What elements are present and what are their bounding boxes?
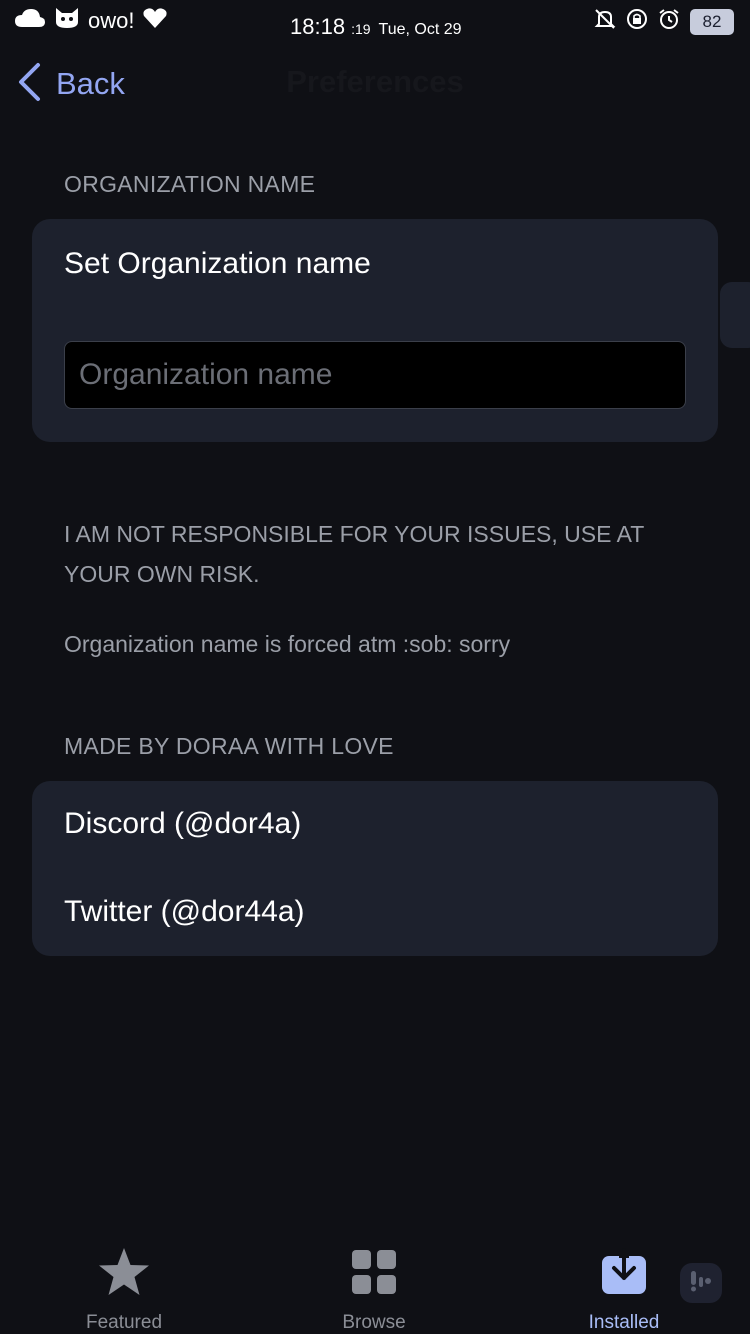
battery-indicator: 82: [690, 8, 734, 35]
cat-face-icon: [54, 6, 80, 35]
side-drawer-handle[interactable]: [720, 282, 750, 348]
grid-icon: [352, 1244, 396, 1300]
alarm-icon: [658, 8, 680, 35]
discord-link[interactable]: Discord (@dor4a): [64, 807, 301, 841]
tab-featured-label: Featured: [85, 1312, 163, 1333]
heart-icon: [142, 7, 168, 34]
bell-off-icon: [594, 8, 616, 35]
status-left: owo!: [14, 6, 168, 35]
assistant-icon: [688, 1269, 714, 1298]
status-clock: 18:18 :19 Tue, Oct 29: [290, 14, 462, 40]
carrier-text: owo!: [88, 7, 135, 33]
organization-section-header: ORGANIZATION NAME: [64, 171, 316, 197]
status-right: 82: [594, 8, 734, 35]
organization-name-input[interactable]: [64, 341, 686, 409]
tab-browse-label: Browse: [342, 1312, 406, 1333]
credits-card: Discord (@dor4a) Twitter (@dor44a): [32, 781, 718, 956]
page-title: Preferences: [286, 64, 464, 99]
clock-date: Tue, Oct 29: [378, 21, 462, 38]
rotation-lock-icon: [626, 8, 648, 35]
twitter-link[interactable]: Twitter (@dor44a): [64, 895, 305, 929]
clock-seconds: :19: [351, 21, 371, 37]
credits-section-header: MADE BY DORAA WITH LOVE: [64, 733, 394, 759]
organization-card-title: Set Organization name: [64, 247, 371, 280]
star-icon: [97, 1244, 151, 1300]
tab-installed-label: Installed: [588, 1312, 660, 1333]
disclaimer-text: I AM NOT RESPONSIBLE FOR YOUR ISSUES, US…: [64, 521, 644, 587]
clock-time: 18:18: [290, 14, 346, 39]
tab-browse[interactable]: Browse: [294, 1244, 454, 1334]
status-bar: owo! 18:18 :19 Tue, Oct 29 82: [0, 0, 750, 56]
tab-featured[interactable]: Featured: [44, 1244, 204, 1334]
forced-note-text: Organization name is forced atm :sob: so…: [64, 631, 511, 657]
cloud-icon: [14, 7, 46, 34]
download-icon: [602, 1244, 646, 1300]
assistant-button[interactable]: [680, 1263, 722, 1303]
organization-card: Set Organization name: [32, 219, 718, 442]
